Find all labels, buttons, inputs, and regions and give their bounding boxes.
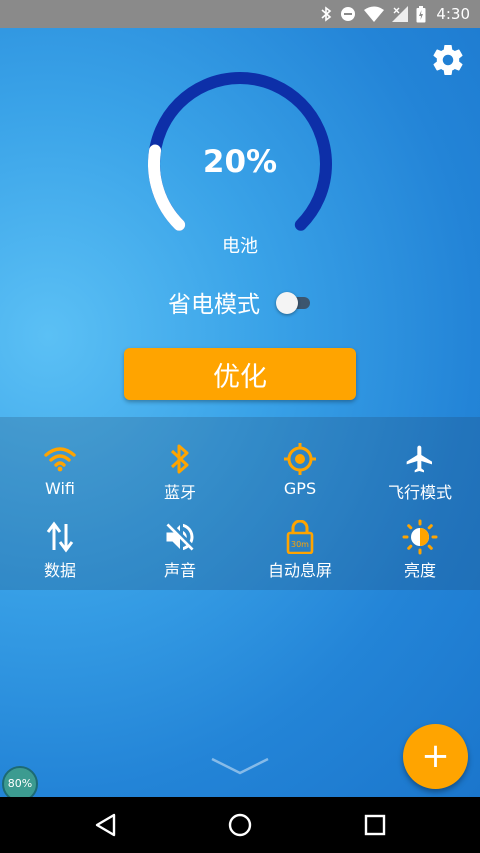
navigation-bar [0,797,480,853]
status-time: 4:30 [436,5,470,23]
do-not-disturb-icon [341,7,356,21]
power-saving-label: 省电模式 [168,292,260,318]
tile-label: 亮度 [403,561,436,580]
tile-label: GPS [283,479,317,498]
add-fab-button[interactable]: + [403,724,468,789]
tile-data[interactable]: 数据 [0,517,120,581]
timeout-badge: 30m [291,540,309,549]
expand-chevron-icon[interactable] [210,755,270,777]
screen-timeout-icon: 30m [286,520,314,554]
tile-sound[interactable]: 声音 [120,517,240,581]
tile-brightness[interactable]: 亮度 [360,517,480,581]
tile-label: 数据 [43,561,76,580]
power-saving-toggle[interactable] [276,292,312,314]
home-icon[interactable] [226,811,254,839]
tile-label: 蓝牙 [163,483,196,502]
settings-gear-icon[interactable] [430,42,466,78]
tile-screen-timeout[interactable]: 30m 自动息屏 [240,517,360,581]
tile-wifi[interactable]: Wifi [0,439,120,498]
main-panel: 20% 电池 省电模式 优化 Wifi 蓝牙 GPS 飞行模式 数据 声音 30… [0,28,480,797]
floating-battery-badge[interactable]: 80% [2,766,38,797]
tile-label: 自动息屏 [267,561,332,580]
bluetooth-icon [170,444,189,474]
bluetooth-icon [321,6,332,22]
tile-label: 声音 [163,561,196,580]
status-icons: 4:30 [320,0,470,28]
battery-charging-icon [416,5,426,22]
power-saving-row: 省电模式 [0,284,480,320]
no-signal-icon [392,6,409,22]
tile-bluetooth[interactable]: 蓝牙 [120,439,240,503]
optimize-button[interactable]: 优化 [124,348,356,400]
gps-icon [284,443,316,475]
data-arrows-icon [46,521,74,553]
battery-percent: 20% [202,144,278,180]
brightness-icon [402,519,438,555]
wifi-icon [364,6,385,22]
tile-airplane[interactable]: 飞行模式 [360,439,480,503]
back-icon[interactable] [92,811,120,839]
toggle-thumb [276,292,298,314]
status-bar: 4:30 [0,0,480,28]
battery-label: 电池 [222,236,258,257]
tile-label: Wifi [45,479,75,498]
tile-label: 飞行模式 [387,483,452,502]
quick-settings-panel: Wifi 蓝牙 GPS 飞行模式 数据 声音 30m 自动息屏 亮度 [0,417,480,590]
airplane-icon [406,445,432,473]
tile-gps[interactable]: GPS [240,439,360,498]
sound-off-icon [166,523,194,551]
wifi-icon [44,447,76,472]
recents-icon[interactable] [361,811,389,839]
